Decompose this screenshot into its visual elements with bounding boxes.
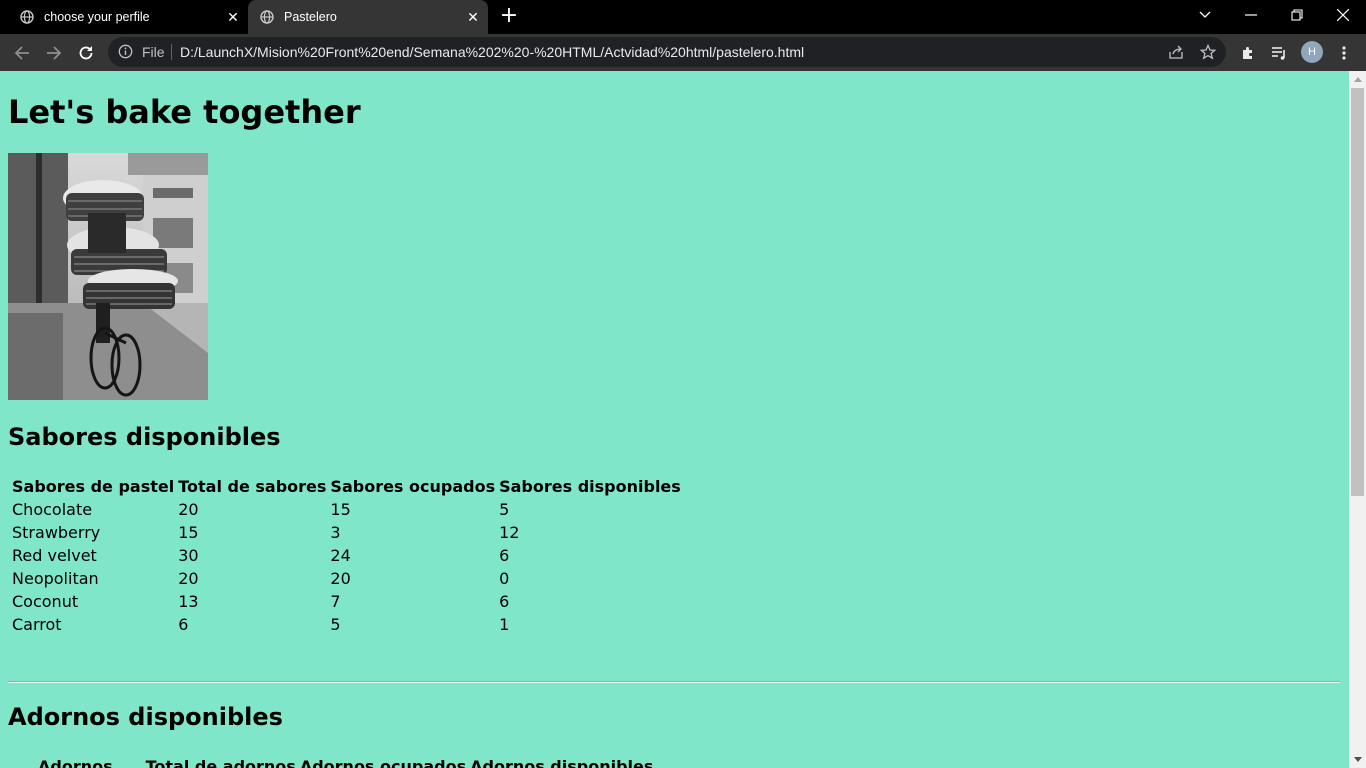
table-cell: Carrot: [12, 615, 62, 634]
table-cell: 6: [499, 546, 510, 565]
column-header: Sabores disponibles: [499, 477, 681, 496]
table-cell: Strawberry: [12, 523, 101, 542]
table-cell: Red velvet: [12, 546, 97, 565]
reload-icon[interactable]: [72, 39, 100, 67]
table-cell: 13: [178, 592, 199, 611]
table-row: Neopolitan 20 20 0: [11, 568, 682, 589]
table-cell: 20: [330, 569, 351, 588]
column-header: Adornos ocupados: [299, 757, 467, 768]
table-cell: 20: [178, 569, 199, 588]
table-cell: Coconut: [12, 592, 79, 611]
scroll-down-arrow-icon[interactable]: [1349, 751, 1366, 768]
more-menu-icon[interactable]: [1330, 39, 1358, 67]
table-cell: 3: [330, 523, 341, 542]
table-cell: 6: [178, 615, 189, 634]
column-header: Sabores ocupados: [330, 477, 496, 496]
table-cell: 12: [499, 523, 520, 542]
column-header: Total de adornos: [145, 757, 296, 768]
minimize-icon[interactable]: [1228, 0, 1274, 30]
globe-icon: [260, 10, 274, 24]
page-title: Let's bake together: [8, 93, 361, 131]
flavors-heading: Sabores disponibles: [8, 423, 281, 451]
baker-bicycle-photo: [8, 153, 208, 400]
table-header-row: Adornos Total de adornos Adornos ocupado…: [36, 756, 654, 768]
tab-pastelero[interactable]: Pastelero ✕: [248, 0, 488, 34]
table-cell: Neopolitan: [12, 569, 99, 588]
table-row: Coconut 13 7 6: [11, 591, 682, 612]
divider: [171, 44, 172, 60]
browser-toolbar: File D:/LaunchX/Mision%20Front%20end/Sem…: [0, 34, 1366, 71]
column-header: Adornos: [38, 757, 113, 768]
column-header: Adornos disponibles: [470, 757, 654, 768]
forward-arrow-icon[interactable]: [40, 39, 68, 67]
table-row: Strawberry 15 3 12: [11, 522, 682, 543]
column-header: Total de sabores: [178, 477, 327, 496]
extensions-puzzle-icon[interactable]: [1234, 39, 1262, 67]
close-tab-icon[interactable]: ✕: [464, 8, 482, 26]
table-row: Carrot 6 5 1: [11, 614, 682, 635]
scrollbar-thumb[interactable]: [1351, 88, 1364, 496]
table-cell: 1: [499, 615, 510, 634]
table-cell: 20: [178, 500, 199, 519]
vertical-scrollbar[interactable]: [1349, 71, 1366, 768]
url-text[interactable]: D:/LaunchX/Mision%20Front%20end/Semana%2…: [180, 44, 804, 60]
address-bar[interactable]: File D:/LaunchX/Mision%20Front%20end/Sem…: [108, 37, 1226, 67]
scroll-up-arrow-icon[interactable]: [1349, 71, 1366, 88]
page-viewport: Let's bake together Sabores disponibles …: [0, 71, 1366, 768]
table-header-row: Sabores de pastel Total de sabores Sabor…: [11, 476, 682, 497]
table-cell: 0: [499, 569, 510, 588]
table-cell: 15: [178, 523, 199, 542]
table-row: Red velvet 30 24 6: [11, 545, 682, 566]
tab-search-chevron-down-icon[interactable]: [1182, 0, 1228, 30]
flavors-table: Sabores de pastel Total de sabores Sabor…: [9, 474, 684, 637]
decorations-heading: Adornos disponibles: [8, 703, 283, 731]
table-cell: Chocolate: [12, 500, 93, 519]
bookmark-star-icon[interactable]: [1198, 42, 1218, 62]
new-tab-button[interactable]: +: [498, 5, 520, 28]
globe-icon: [20, 10, 34, 24]
media-playlist-icon[interactable]: [1265, 39, 1293, 67]
profile-avatar[interactable]: H: [1301, 41, 1323, 63]
restore-icon[interactable]: [1274, 0, 1320, 30]
table-cell: 15: [330, 500, 351, 519]
table-cell: 7: [330, 592, 341, 611]
share-icon[interactable]: [1166, 42, 1186, 62]
table-row: Chocolate 20 15 5: [11, 499, 682, 520]
tab-choose-your-perfile[interactable]: choose your perfile ✕: [8, 0, 248, 34]
decorations-table: Adornos Total de adornos Adornos ocupado…: [34, 754, 656, 768]
tab-title: Pastelero: [284, 10, 337, 24]
scheme-label: File: [142, 44, 165, 60]
table-cell: 24: [330, 546, 351, 565]
close-tab-icon[interactable]: ✕: [224, 8, 242, 26]
column-header: Sabores de pastel: [12, 477, 175, 496]
info-icon[interactable]: [118, 44, 133, 63]
back-arrow-icon[interactable]: [8, 39, 36, 67]
table-cell: 5: [499, 500, 510, 519]
table-cell: 30: [178, 546, 199, 565]
tab-title: choose your perfile: [44, 10, 150, 24]
tab-strip: choose your perfile ✕ Pastelero ✕ +: [0, 0, 1366, 34]
table-cell: 6: [499, 592, 510, 611]
table-cell: 5: [330, 615, 341, 634]
close-window-icon[interactable]: [1320, 0, 1366, 30]
horizontal-rule: [8, 681, 1340, 683]
